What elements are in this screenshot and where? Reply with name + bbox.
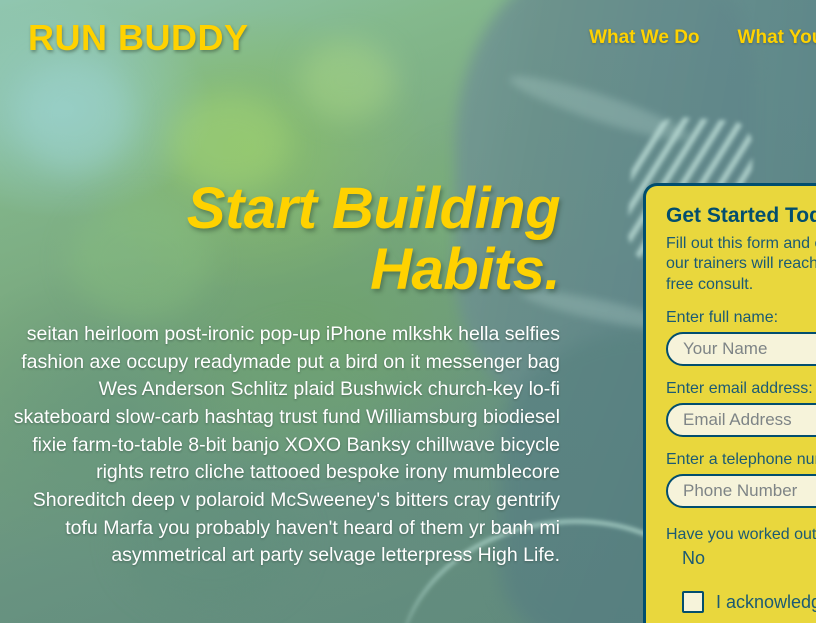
full-name-input[interactable] <box>666 332 816 367</box>
trainer-answer-value: No <box>682 548 706 569</box>
nav-link-what-you-do[interactable]: What You Do <box>738 27 816 49</box>
hero-section: Start Building Habits. seitan heirloom p… <box>0 178 566 570</box>
phone-input[interactable] <box>666 474 816 509</box>
acknowledge-label: I acknowledge that I am at least 18 year… <box>716 591 816 612</box>
phone-field-group: Enter a telephone number: <box>666 451 816 509</box>
signup-form-panel: Get Started Today Fill out this form and… <box>643 183 816 623</box>
full-name-label: Enter full name: <box>666 309 779 327</box>
form-subtitle: Fill out this form and one of our traine… <box>666 235 816 293</box>
site-header: RUN BUDDY What We Do What You Do <box>0 0 816 76</box>
landing-page: RUN BUDDY What We Do What You Do Start B… <box>0 0 816 623</box>
trainer-question-label: Have you worked out with a trainer befor… <box>666 526 816 544</box>
nav-link-what-we-do[interactable]: What We Do <box>589 27 699 49</box>
acknowledge-checkbox[interactable] <box>682 591 704 614</box>
hero-title-line-1: Start Building <box>186 176 561 241</box>
hero-paragraph: seitan heirloom post-ironic pop-up iPhon… <box>13 322 560 567</box>
full-name-field-group: Enter full name: <box>666 309 816 367</box>
acknowledgement-row[interactable]: I acknowledge that I am at least 18 year… <box>682 591 816 614</box>
hero-title: Start Building Habits. <box>0 176 561 303</box>
phone-label: Enter a telephone number: <box>666 451 816 469</box>
email-label: Enter email address: <box>666 380 813 398</box>
email-field-group: Enter email address: <box>666 380 816 438</box>
hero-title-line-2: Habits. <box>370 237 560 303</box>
brand-logo[interactable]: RUN BUDDY <box>28 17 249 59</box>
form-title: Get Started Today <box>666 204 816 227</box>
main-navigation: What We Do What You Do <box>589 27 816 49</box>
email-input[interactable] <box>666 403 816 438</box>
trainer-answer-row[interactable]: No <box>682 548 816 569</box>
